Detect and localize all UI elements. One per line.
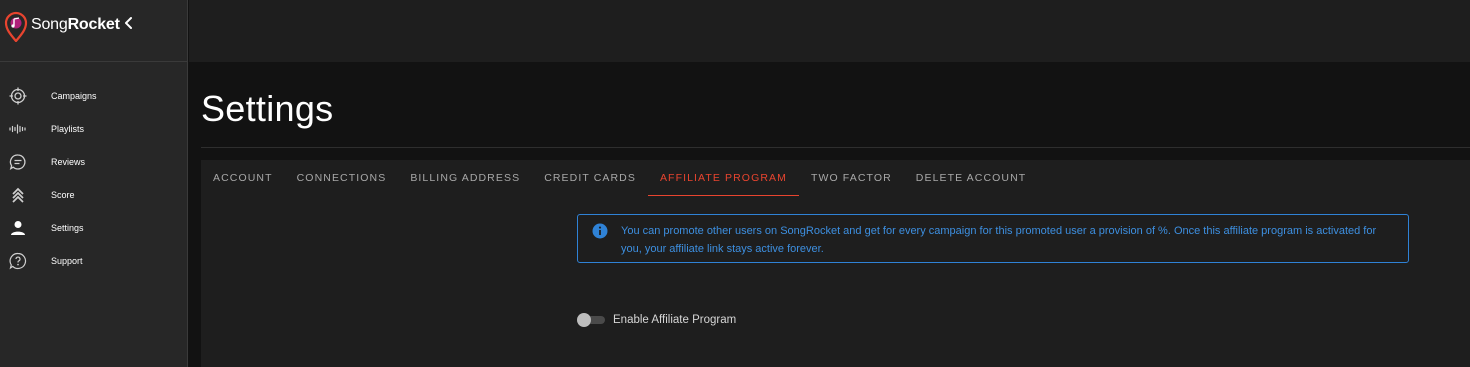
brand-header: SongRocket [0,0,188,62]
sidebar-item-campaigns[interactable]: Campaigns [0,79,188,112]
sidebar-item-label: Campaigns [51,90,97,101]
target-icon [9,87,27,105]
chevrons-up-icon [12,187,24,203]
sidebar-item-label: Score [51,189,75,200]
tab-account[interactable]: ACCOUNT [201,160,285,196]
sidebar-nav: Campaigns Playlists Reviews Score Settin… [0,79,188,277]
chat-icon [9,154,26,170]
tab-delete-account[interactable]: DELETE ACCOUNT [904,160,1039,196]
sidebar-item-reviews[interactable]: Reviews [0,145,188,178]
sidebar-item-label: Reviews [51,156,86,167]
page-title: Settings [201,88,334,129]
sidebar-item-settings[interactable]: Settings [0,211,188,244]
sidebar-item-playlists[interactable]: Playlists [0,112,188,145]
tab-billing-address[interactable]: BILLING ADDRESS [398,160,532,196]
top-bar [189,0,1470,62]
tab-two-factor[interactable]: TWO FACTOR [799,160,904,196]
enable-affiliate-toggle[interactable]: Enable Affiliate Program [577,310,736,330]
sidebar-item-label: Support [51,255,83,266]
user-icon [11,221,25,235]
waveform-icon [9,124,26,134]
chevron-left-icon[interactable] [122,14,136,32]
sidebar: SongRocket Campaigns Playlists Reviews S… [0,0,188,367]
settings-tabs: ACCOUNT CONNECTIONS BILLING ADDRESS CRED… [201,160,1038,196]
affiliate-info-text: You can promote other users on SongRocke… [621,225,1377,255]
tab-connections[interactable]: CONNECTIONS [285,160,399,196]
brand-name-light: Song [31,16,68,33]
toggle-switch[interactable] [577,313,607,327]
settings-card: ACCOUNT CONNECTIONS BILLING ADDRESS CRED… [201,160,1470,367]
affiliate-info-alert: You can promote other users on SongRocke… [577,214,1409,263]
songrocket-logo-icon [4,11,28,42]
brand-name-bold: Rocket [67,16,120,33]
sidebar-item-label: Settings [51,222,84,233]
tab-credit-cards[interactable]: CREDIT CARDS [532,160,648,196]
help-icon [9,252,27,270]
title-divider [201,147,1470,148]
sidebar-item-support[interactable]: Support [0,244,188,277]
tab-affiliate-program[interactable]: AFFILIATE PROGRAM [647,160,800,196]
sidebar-item-label: Playlists [51,123,85,134]
enable-affiliate-label: Enable Affiliate Program [613,314,737,326]
info-icon [592,223,608,239]
toggle-thumb [577,313,591,327]
sidebar-item-score[interactable]: Score [0,178,188,211]
brand-name[interactable]: SongRocket [31,16,120,34]
